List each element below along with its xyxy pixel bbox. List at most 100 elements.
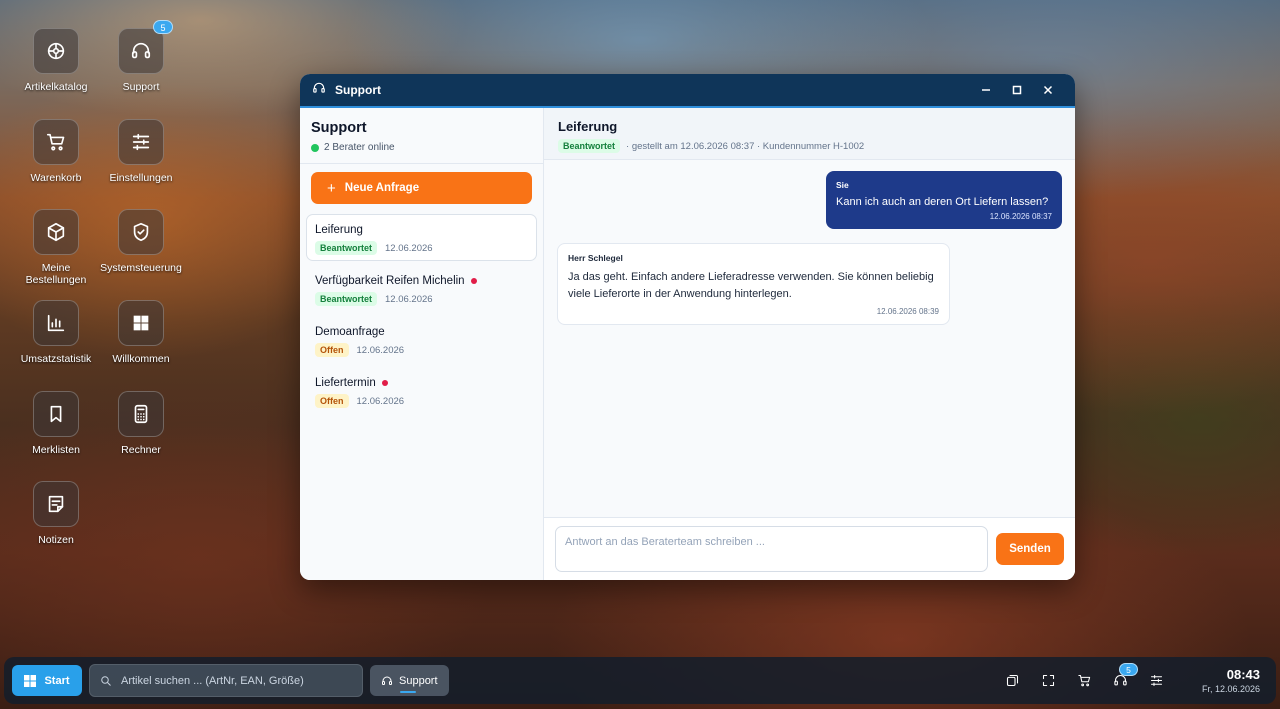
desktop-icon-rechner[interactable]: Rechner xyxy=(99,391,183,456)
new-request-label: Neue Anfrage xyxy=(344,182,420,194)
outgoing-message: Sie Kann ich auch an deren Ort Liefern l… xyxy=(826,171,1062,229)
taskbar: Start Artikel suchen ... (ArtNr, EAN, Gr… xyxy=(4,657,1276,704)
start-button[interactable]: Start xyxy=(12,665,82,696)
clock[interactable]: 08:43 Fr, 12.06.2026 xyxy=(1188,667,1260,694)
clock-time: 08:43 xyxy=(1226,667,1260,682)
desktop-icon-meine-bestellungen[interactable]: Meine Bestellungen xyxy=(14,209,98,286)
windows-icon xyxy=(24,674,37,687)
new-request-button[interactable]: + Neue Anfrage xyxy=(311,172,532,204)
desktop-icon-label: Warenkorb xyxy=(30,172,82,184)
ticket-item[interactable]: Verfügbarkeit Reifen Michelin Beantworte… xyxy=(306,265,537,312)
chat-title: Leiferung xyxy=(558,119,618,134)
message-time: 12.06.2026 08:37 xyxy=(989,212,1052,221)
calculator-icon xyxy=(118,391,164,437)
ticket-date: 12.06.2026 xyxy=(385,293,433,305)
article-search-input[interactable]: Artikel suchen ... (ArtNr, EAN, Größe) xyxy=(89,664,363,697)
settings-tray-button[interactable] xyxy=(1138,665,1174,696)
box-icon xyxy=(33,209,79,255)
desktop-icon-label: Willkommen xyxy=(112,353,170,365)
ticket-title: Verfügbarkeit Reifen Michelin xyxy=(315,275,465,287)
active-indicator xyxy=(400,691,416,693)
chat-header: Leiferung Beantwortet · gestellt am 12.0… xyxy=(544,108,1075,160)
chat-panel: Leiferung Beantwortet · gestellt am 12.0… xyxy=(544,108,1075,580)
maximize-icon xyxy=(1012,85,1021,95)
desktop-icon-umsatzstatistik[interactable]: Umsatzstatistik xyxy=(14,300,98,365)
message-sender: Sie xyxy=(836,180,849,190)
desktop-icon-merklisten[interactable]: Merklisten xyxy=(14,391,98,456)
message-composer: Antwort an das Beraterteam schreiben ...… xyxy=(544,517,1075,580)
support-window: Support Support 2 Berater online + Neue … xyxy=(300,74,1075,580)
ticket-date: 12.06.2026 xyxy=(356,344,405,356)
desktop-icon-label: Artikelkatalog xyxy=(24,81,88,93)
desktop-icon-systemsteuerung[interactable]: Systemsteuerung xyxy=(99,209,183,274)
desktop-icon-label: Einstellungen xyxy=(109,172,173,184)
sliders-icon xyxy=(1150,674,1162,687)
status-badge: Beantwortet xyxy=(315,241,378,255)
message-list[interactable]: Sie Kann ich auch an deren Ort Liefern l… xyxy=(544,160,1075,517)
start-label: Start xyxy=(44,674,70,687)
cart-button[interactable] xyxy=(1066,665,1102,696)
reply-input[interactable]: Antwort an das Beraterteam schreiben ... xyxy=(555,526,988,572)
window-title: Support xyxy=(335,83,381,97)
cart-icon xyxy=(1077,674,1090,687)
desktop-icon-support[interactable]: 5 Support xyxy=(99,20,183,93)
maximize-button[interactable] xyxy=(1001,74,1032,107)
ticket-date: 12.06.2026 xyxy=(356,395,405,407)
desktop-icon-warenkorb[interactable]: Warenkorb xyxy=(14,119,98,184)
search-icon xyxy=(101,675,111,686)
incoming-message: Herr Schlegel Ja das geht. Einfach ander… xyxy=(557,243,950,325)
unread-dot-icon xyxy=(381,380,388,386)
ticket-item[interactable]: Demoanfrage Offen 12.06.2026 xyxy=(306,316,537,363)
bar-chart-icon xyxy=(33,300,79,346)
desktop-icon-willkommen[interactable]: Willkommen xyxy=(99,300,183,365)
desktop-icon-label: Umsatzstatistik xyxy=(20,353,92,365)
unread-dot-icon xyxy=(470,278,477,284)
taskbar-app-support[interactable]: Support xyxy=(370,665,449,696)
headset-icon xyxy=(382,676,392,685)
desktop-icon-artikelkatalog[interactable]: Artikelkatalog xyxy=(14,28,98,93)
window-titlebar[interactable]: Support xyxy=(300,74,1075,108)
sliders-icon xyxy=(118,119,164,165)
support-tray-button[interactable]: 5 xyxy=(1102,663,1138,696)
notification-badge: 5 xyxy=(153,20,173,34)
windows-stack-icon xyxy=(1006,674,1018,687)
desktop-icon-label: Support xyxy=(122,81,160,93)
clock-date: Fr, 12.06.2026 xyxy=(1201,684,1260,694)
search-placeholder: Artikel suchen ... (ArtNr, EAN, Größe) xyxy=(121,674,304,687)
shield-icon xyxy=(118,209,164,255)
katalog-icon xyxy=(33,28,79,74)
status-badge: Offen xyxy=(315,343,349,357)
ticket-sidebar: Support 2 Berater online + Neue Anfrage … xyxy=(300,108,544,580)
desktop-icon-notizen[interactable]: Notizen xyxy=(14,481,98,546)
headset-icon xyxy=(312,81,326,100)
task-view-button[interactable] xyxy=(994,665,1030,696)
chat-meta: · gestellt am 12.06.2026 08:37 · Kundenn… xyxy=(626,140,865,152)
ticket-item[interactable]: Leiferung Beantwortet 12.06.2026 xyxy=(306,214,537,261)
close-icon xyxy=(1043,85,1052,95)
ticket-date: 12.06.2026 xyxy=(385,242,433,254)
close-button[interactable] xyxy=(1032,74,1063,107)
headset-icon: 5 xyxy=(118,20,173,74)
notification-badge: 5 xyxy=(1119,663,1138,676)
message-text: Ja das geht. Einfach andere Lieferadress… xyxy=(568,271,934,300)
desktop-icon-label: Systemsteuerung xyxy=(100,262,182,274)
notes-icon xyxy=(33,481,79,527)
status-badge: Beantwortet xyxy=(315,292,378,306)
message-time: 12.06.2026 08:39 xyxy=(876,307,939,316)
bookmark-icon xyxy=(33,391,79,437)
desktop-icon-label: Rechner xyxy=(121,444,161,456)
ticket-title: Leiferung xyxy=(315,224,363,236)
desktop-icon-label: Meine Bestellungen xyxy=(25,262,87,286)
taskbar-app-label: Support xyxy=(399,674,438,687)
desktop-icon-einstellungen[interactable]: Einstellungen xyxy=(99,119,183,184)
online-status: 2 Berater online xyxy=(311,142,532,153)
ticket-item[interactable]: Liefertermin Offen 12.06.2026 xyxy=(306,367,537,414)
minimize-button[interactable] xyxy=(970,74,1001,107)
sidebar-header: Support 2 Berater online xyxy=(300,108,543,164)
send-button[interactable]: Senden xyxy=(996,533,1064,565)
fullscreen-icon xyxy=(1042,674,1054,687)
fullscreen-button[interactable] xyxy=(1030,665,1066,696)
online-indicator-icon xyxy=(311,143,319,152)
status-badge: Beantwortet xyxy=(558,139,621,153)
message-sender: Herr Schlegel xyxy=(568,253,623,263)
